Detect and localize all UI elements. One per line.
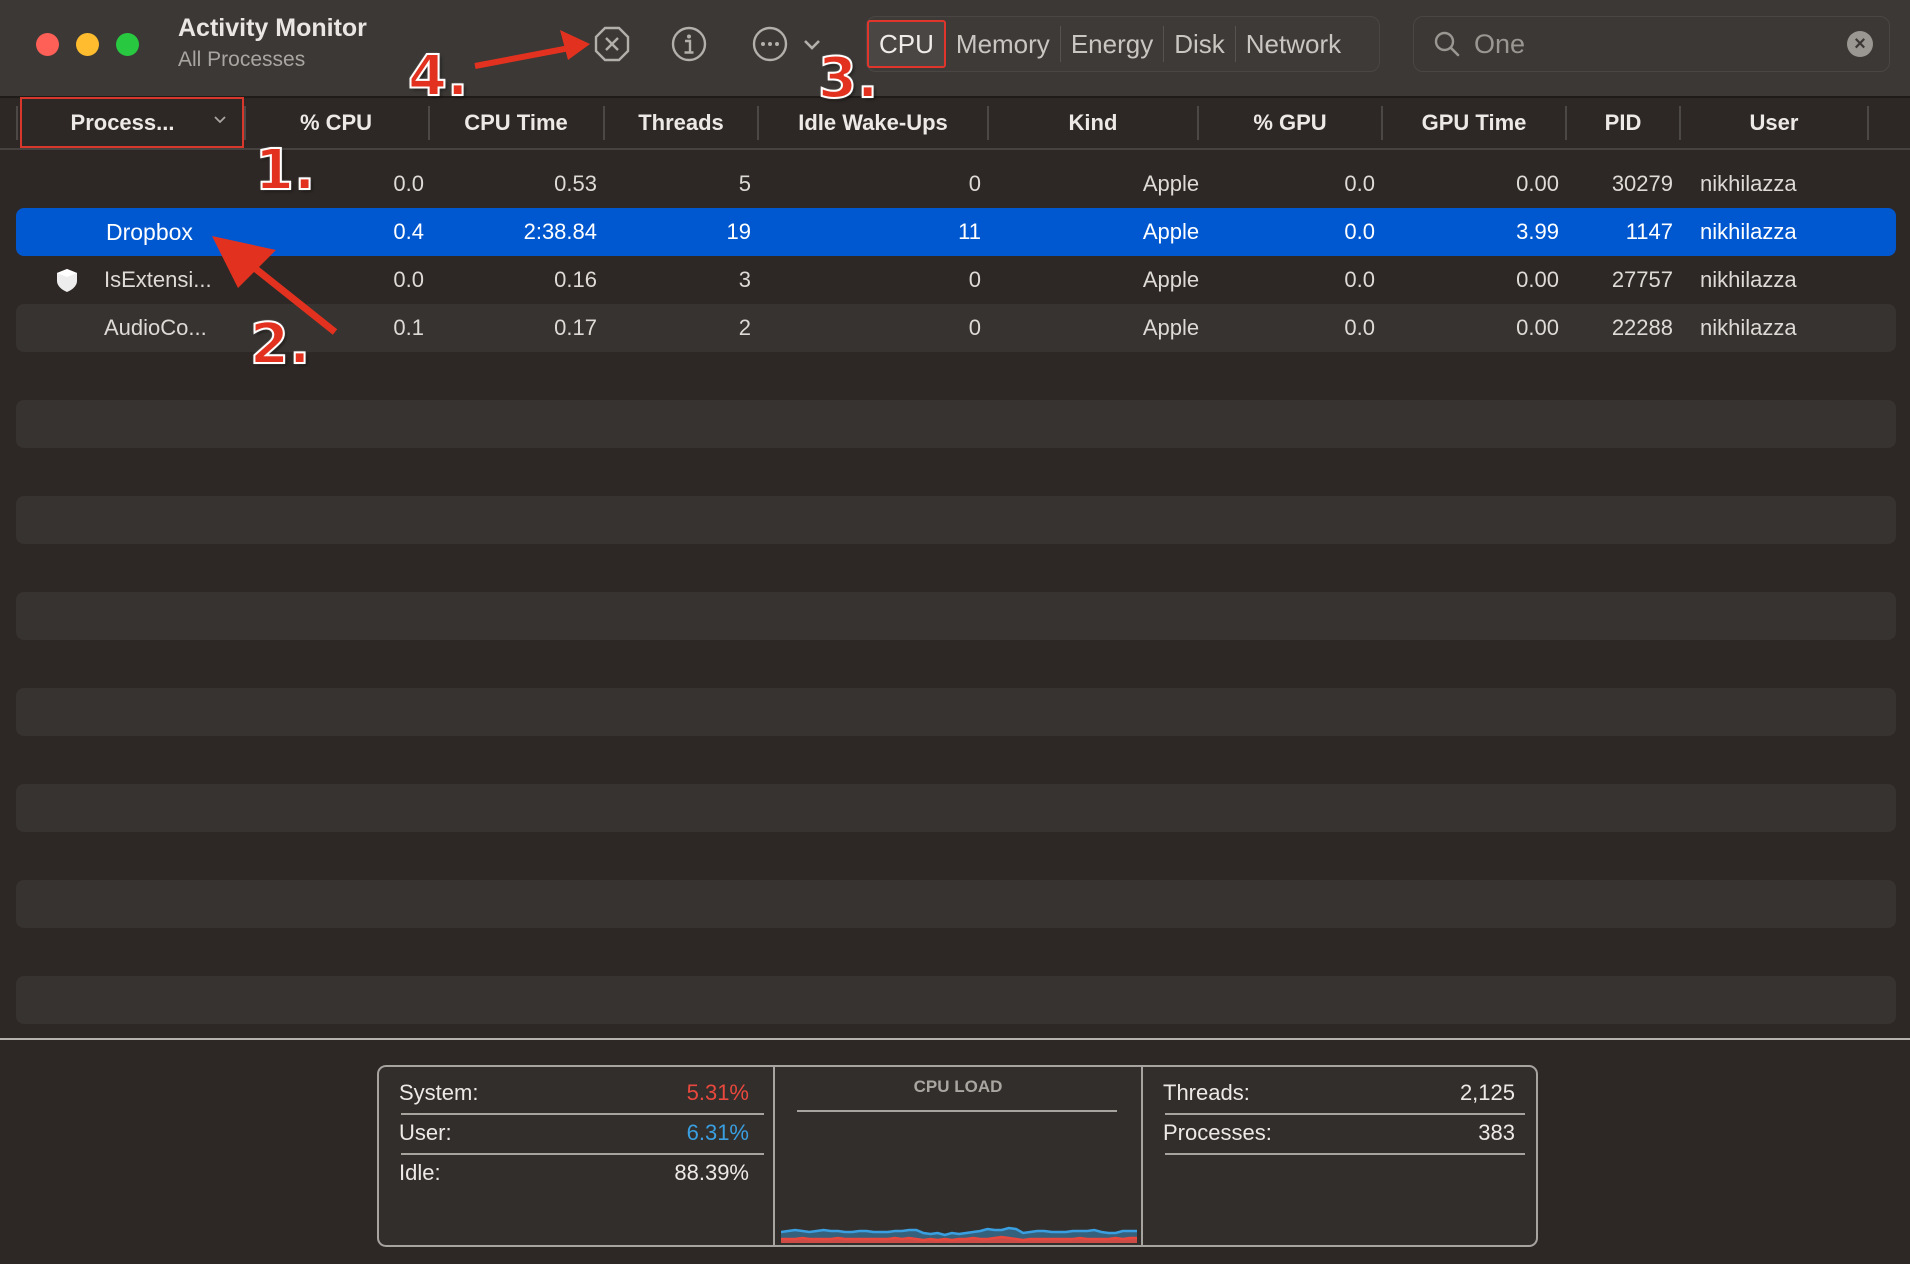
cell-kind: Apple bbox=[1142, 267, 1200, 292]
tab-disk[interactable]: Disk bbox=[1164, 24, 1235, 64]
cpu-load-chart: CPU LOAD bbox=[775, 1067, 1141, 1245]
column-header-kind[interactable]: Kind bbox=[989, 98, 1197, 148]
annotation-step-2: 2. bbox=[249, 311, 311, 378]
stop-process-icon[interactable] bbox=[592, 24, 632, 64]
cell-user: nikhilazza bbox=[1700, 171, 1797, 196]
cell-pid: 27757 bbox=[1611, 267, 1673, 292]
cell-idle-wake-ups: 0 bbox=[968, 171, 981, 196]
empty-row bbox=[16, 976, 1896, 1024]
cell-idle-wake-ups: 11 bbox=[958, 219, 981, 244]
cell-user: nikhilazza bbox=[1700, 219, 1797, 244]
sort-chevron-icon[interactable] bbox=[212, 112, 228, 128]
view-tabs: CPU Memory Energy Disk Network bbox=[866, 16, 1380, 72]
cell-gpu: 0.0 bbox=[1344, 315, 1375, 340]
column-header-threads[interactable]: Threads bbox=[605, 98, 757, 148]
threads-value: 2,125 bbox=[1459, 1080, 1515, 1105]
tab-energy[interactable]: Energy bbox=[1061, 24, 1163, 64]
cell-idle-wake-ups: 0 bbox=[968, 315, 981, 340]
tab-memory[interactable]: Memory bbox=[946, 24, 1060, 64]
empty-row bbox=[16, 592, 1896, 640]
cell-cpu-time: 2:38.84 bbox=[523, 219, 597, 244]
window-subtitle: All Processes bbox=[178, 48, 306, 71]
table-row[interactable]: IsExtensi... 0.0 0.16 3 0 Apple 0.0 0.00 27757 ni… bbox=[16, 256, 1896, 304]
system-value: 5.31% bbox=[686, 1080, 749, 1105]
tab-network[interactable]: Network bbox=[1236, 24, 1351, 64]
cpu-load-title: CPU LOAD bbox=[913, 1077, 1003, 1096]
chart-title-underline bbox=[797, 1110, 1117, 1112]
window-title: Activity Monitor bbox=[178, 14, 367, 42]
cell-cpu: 0.0 bbox=[393, 171, 424, 196]
annotation-step-1: 1. bbox=[254, 137, 316, 204]
panel-divider bbox=[1141, 1067, 1143, 1245]
cell-gpu: 0.0 bbox=[1344, 219, 1375, 244]
cell-cpu-time: 0.17 bbox=[554, 315, 597, 340]
cell-kind: Apple bbox=[1142, 315, 1200, 340]
info-icon[interactable] bbox=[669, 24, 709, 64]
empty-row bbox=[16, 400, 1896, 448]
cell-threads: 2 bbox=[738, 315, 751, 340]
cell-process-name: IsExtensi... bbox=[104, 267, 212, 292]
cell-pid: 1147 bbox=[1625, 219, 1673, 244]
title-bar: Activity Monitor All Processes CPU Memor… bbox=[0, 0, 1910, 98]
cell-threads: 5 bbox=[738, 171, 751, 196]
minimize-window-button[interactable] bbox=[76, 33, 99, 56]
cell-pid: 22288 bbox=[1611, 315, 1673, 340]
cell-user: nikhilazza bbox=[1700, 315, 1797, 340]
tab-cpu[interactable]: CPU bbox=[867, 20, 946, 68]
cell-cpu-time: 0.16 bbox=[554, 267, 597, 292]
idle-value: 88.39% bbox=[674, 1160, 749, 1185]
search-icon bbox=[1432, 29, 1462, 59]
cell-cpu-time: 0.53 bbox=[554, 171, 597, 196]
empty-row bbox=[16, 688, 1896, 736]
ellipsis-circle-icon[interactable] bbox=[750, 24, 790, 64]
search-field[interactable]: One × bbox=[1413, 16, 1890, 72]
cell-cpu: 0.1 bbox=[393, 315, 424, 340]
cell-threads: 19 bbox=[726, 219, 751, 244]
cell-process-name: AudioCo... bbox=[104, 315, 207, 340]
column-header-pid[interactable]: PID bbox=[1567, 98, 1679, 148]
empty-row bbox=[16, 880, 1896, 928]
cell-gpu-time: 0.00 bbox=[1516, 267, 1559, 292]
column-header-gpu[interactable]: % GPU bbox=[1199, 98, 1381, 148]
cell-cpu: 0.4 bbox=[393, 219, 424, 244]
shield-icon bbox=[54, 267, 80, 293]
zoom-window-button[interactable] bbox=[116, 33, 139, 56]
search-input[interactable]: One bbox=[1474, 29, 1525, 60]
column-separator bbox=[16, 106, 18, 140]
cell-gpu-time: 0.00 bbox=[1516, 315, 1559, 340]
stat-separator bbox=[1165, 1153, 1525, 1155]
process-column-highlight bbox=[20, 97, 244, 148]
annotation-step-3: 3. bbox=[817, 45, 879, 112]
cell-gpu: 0.0 bbox=[1344, 267, 1375, 292]
column-header-gpu-time[interactable]: GPU Time bbox=[1383, 98, 1565, 148]
cell-gpu-time: 0.00 bbox=[1516, 171, 1559, 196]
empty-row bbox=[16, 496, 1896, 544]
cpu-load-graph bbox=[781, 1226, 1137, 1243]
empty-row bbox=[16, 784, 1896, 832]
cell-kind: Apple bbox=[1142, 171, 1200, 196]
cell-gpu: 0.0 bbox=[1344, 171, 1375, 196]
cell-threads: 3 bbox=[738, 267, 751, 292]
cell-process-name bbox=[104, 160, 254, 208]
cell-idle-wake-ups: 0 bbox=[968, 267, 981, 292]
cell-kind: Apple bbox=[1142, 219, 1200, 244]
cell-process-name: Dropbox bbox=[106, 219, 193, 245]
column-header-user[interactable]: User bbox=[1681, 98, 1867, 148]
processes-value: 383 bbox=[1478, 1120, 1515, 1145]
cell-pid: 30279 bbox=[1611, 171, 1673, 196]
cpu-summary-panel: System: 5.31% User: 6.31% Idle: 88.39% C… bbox=[377, 1065, 1538, 1247]
user-value: 6.31% bbox=[686, 1120, 749, 1145]
cell-user: nikhilazza bbox=[1700, 267, 1797, 292]
column-separator[interactable] bbox=[1867, 106, 1869, 140]
clear-icon[interactable]: × bbox=[1847, 31, 1873, 57]
annotation-step-4: 4. bbox=[407, 43, 469, 110]
cell-gpu-time: 3.99 bbox=[1516, 219, 1559, 244]
cell-cpu: 0.0 bbox=[393, 267, 424, 292]
table-row[interactable]: Dropbox 0.4 2:38.84 19 11 Apple 0.0 3.99 1147 nik… bbox=[16, 208, 1896, 256]
close-window-button[interactable] bbox=[36, 33, 59, 56]
